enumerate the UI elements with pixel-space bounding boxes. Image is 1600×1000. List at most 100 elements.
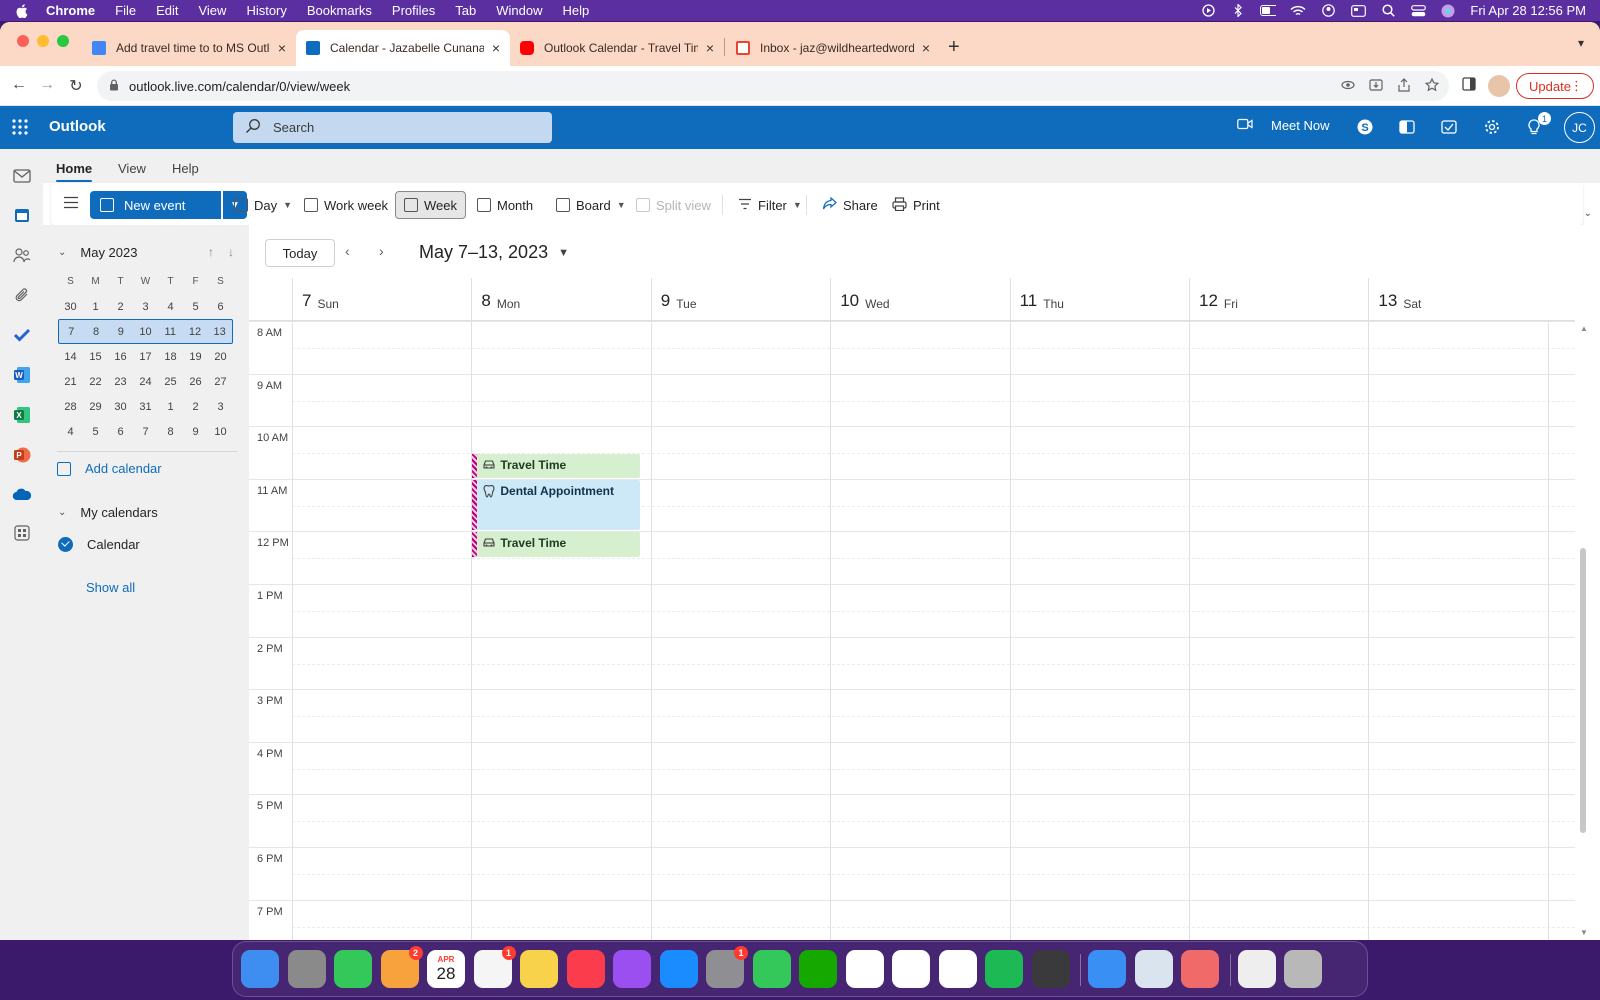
control-center-icon[interactable] <box>1410 4 1426 17</box>
event-dental-appointment[interactable]: Dental Appointment <box>472 479 640 531</box>
system-settings-icon[interactable]: 1 <box>706 946 748 988</box>
new-event-button[interactable]: New event <box>90 191 221 219</box>
user-account-icon[interactable] <box>1320 4 1336 17</box>
menu-tab[interactable]: Tab <box>455 3 476 18</box>
settings-gear-icon[interactable] <box>1483 118 1501 136</box>
screen-record-icon[interactable] <box>1200 4 1216 17</box>
my-day-icon[interactable] <box>1440 118 1458 136</box>
tab-view[interactable]: View <box>118 161 146 176</box>
split-view-button[interactable]: Split view <box>628 191 719 219</box>
minimize-window-button[interactable] <box>37 35 49 47</box>
close-tab-icon[interactable]: × <box>278 40 286 56</box>
mini-calendar-day[interactable]: 6 <box>108 426 133 438</box>
more-vertical-icon[interactable]: ⋮ <box>1570 78 1583 94</box>
display-icon[interactable] <box>1350 4 1366 17</box>
mini-calendar-day[interactable]: 8 <box>84 326 109 338</box>
day-header-wed[interactable]: 10 Wed <box>830 278 1009 321</box>
mini-calendar-day[interactable]: 15 <box>83 351 108 363</box>
hour-row[interactable]: 5 PM <box>249 794 1575 847</box>
forward-icon[interactable]: → <box>37 76 57 94</box>
mini-calendar-day[interactable]: 7 <box>59 326 84 338</box>
mini-calendar-day[interactable]: 27 <box>208 376 233 388</box>
facetime-icon[interactable] <box>752 950 791 988</box>
mini-calendar-day[interactable]: 9 <box>108 326 133 338</box>
mini-calendar-day[interactable]: 14 <box>58 351 83 363</box>
mini-calendar-day[interactable]: 2 <box>108 301 133 313</box>
month-view-button[interactable]: Month <box>469 191 541 219</box>
menu-app-name[interactable]: Chrome <box>46 3 95 18</box>
chevron-down-icon[interactable]: ▼ <box>793 200 802 210</box>
podcasts-icon[interactable] <box>613 950 651 988</box>
mini-calendar-day[interactable]: 11 <box>158 326 183 338</box>
close-tab-icon[interactable]: × <box>922 40 930 56</box>
mini-calendar-day[interactable]: 6 <box>208 301 233 313</box>
new-tab-icon[interactable]: + <box>948 36 960 59</box>
reminders-icon[interactable]: 1 <box>473 946 516 988</box>
mini-calendar-day[interactable]: 22 <box>83 376 108 388</box>
close-window-button[interactable] <box>17 35 29 47</box>
mini-calendar-day[interactable]: 4 <box>158 301 183 313</box>
calendar-list-item[interactable]: Calendar <box>58 537 140 552</box>
photos-icon[interactable]: 2 <box>380 946 423 988</box>
asana-icon[interactable] <box>1181 950 1219 988</box>
mini-calendar-day[interactable]: 2 <box>183 401 208 413</box>
vertical-scrollbar-thumb[interactable] <box>1580 548 1586 833</box>
tab-outlook-calendar[interactable]: Calendar - Jazabelle Cunanan × <box>296 30 510 66</box>
hour-row[interactable]: 3 PM <box>249 689 1575 742</box>
mini-calendar-day[interactable]: 3 <box>133 301 158 313</box>
mail-icon[interactable] <box>12 166 32 186</box>
board-view-button[interactable]: Board ▼ <box>548 191 634 219</box>
music-icon[interactable] <box>566 950 605 988</box>
tab-google-doc[interactable]: Add travel time to to MS Outlook × <box>82 30 296 66</box>
menu-bookmarks[interactable]: Bookmarks <box>307 3 372 18</box>
people-icon[interactable] <box>12 245 32 265</box>
day-header-thu[interactable]: 11 Thu <box>1009 278 1189 321</box>
slack-icon[interactable] <box>845 950 884 988</box>
chevron-down-icon[interactable]: ▾ <box>1578 36 1584 50</box>
tab-home[interactable]: Home <box>56 161 93 182</box>
mini-calendar-day[interactable]: 5 <box>183 301 208 313</box>
app-launcher-icon[interactable] <box>12 119 28 135</box>
day-view-button[interactable]: Day ▼ <box>226 191 300 219</box>
spotlight-search-icon[interactable] <box>1380 4 1396 17</box>
url-text[interactable]: outlook.live.com/calendar/0/view/week <box>129 79 350 94</box>
mini-calendar-day[interactable]: 1 <box>83 301 108 313</box>
upwork-icon[interactable] <box>799 950 837 988</box>
mini-calendar-day[interactable]: 20 <box>208 351 233 363</box>
mini-calendar-day[interactable]: 1 <box>158 401 183 413</box>
reload-icon[interactable]: ↻ <box>66 76 86 96</box>
mini-calendar-day[interactable]: 24 <box>133 376 158 388</box>
next-week-chevron-icon[interactable]: › <box>379 243 384 259</box>
tracking-eye-icon[interactable] <box>1341 78 1355 92</box>
mini-calendar-day[interactable]: 7 <box>133 426 158 438</box>
teams-word-icon[interactable] <box>1398 118 1416 136</box>
collapse-chevron-icon[interactable]: ⌄ <box>58 507 66 518</box>
preview-icon[interactable] <box>1134 950 1173 988</box>
notes-icon[interactable] <box>520 950 558 988</box>
lock-icon[interactable] <box>109 78 119 94</box>
tips-lightbulb-icon[interactable]: 1 <box>1525 112 1551 136</box>
filter-button[interactable]: Filter ▼ <box>730 191 810 219</box>
hour-row[interactable]: 11 AM <box>249 478 1575 532</box>
ribbon-collapse-chevron-icon[interactable]: ⌄ <box>1584 208 1592 219</box>
mini-calendar-day[interactable]: 31 <box>133 401 158 413</box>
powerpoint-icon[interactable]: P <box>12 445 32 465</box>
search-box[interactable]: Search <box>233 112 552 143</box>
finder-icon[interactable] <box>241 950 279 988</box>
mini-calendar-day[interactable]: 21 <box>58 376 83 388</box>
mini-calendar-day[interactable]: 28 <box>58 401 83 413</box>
mini-calendar-day[interactable]: 29 <box>83 401 108 413</box>
print-button[interactable]: Print <box>884 191 948 219</box>
mini-calendar-day[interactable]: 26 <box>183 376 208 388</box>
scroll-down-arrow-icon[interactable]: ▼ <box>1580 928 1588 937</box>
hour-row[interactable]: 4 PM <box>249 741 1575 795</box>
show-all-link[interactable]: Show all <box>86 580 135 595</box>
spotify-icon[interactable] <box>985 950 1023 988</box>
mini-calendar-day[interactable]: 23 <box>108 376 133 388</box>
today-button[interactable]: Today <box>265 239 335 267</box>
mini-calendar-day[interactable]: 17 <box>133 351 158 363</box>
chevron-down-icon[interactable]: ▼ <box>617 200 626 210</box>
day-header-sat[interactable]: 13 Sat <box>1368 278 1547 321</box>
hour-row[interactable]: 2 PM <box>249 636 1575 690</box>
next-month-arrow-icon[interactable]: ↓ <box>228 245 234 259</box>
